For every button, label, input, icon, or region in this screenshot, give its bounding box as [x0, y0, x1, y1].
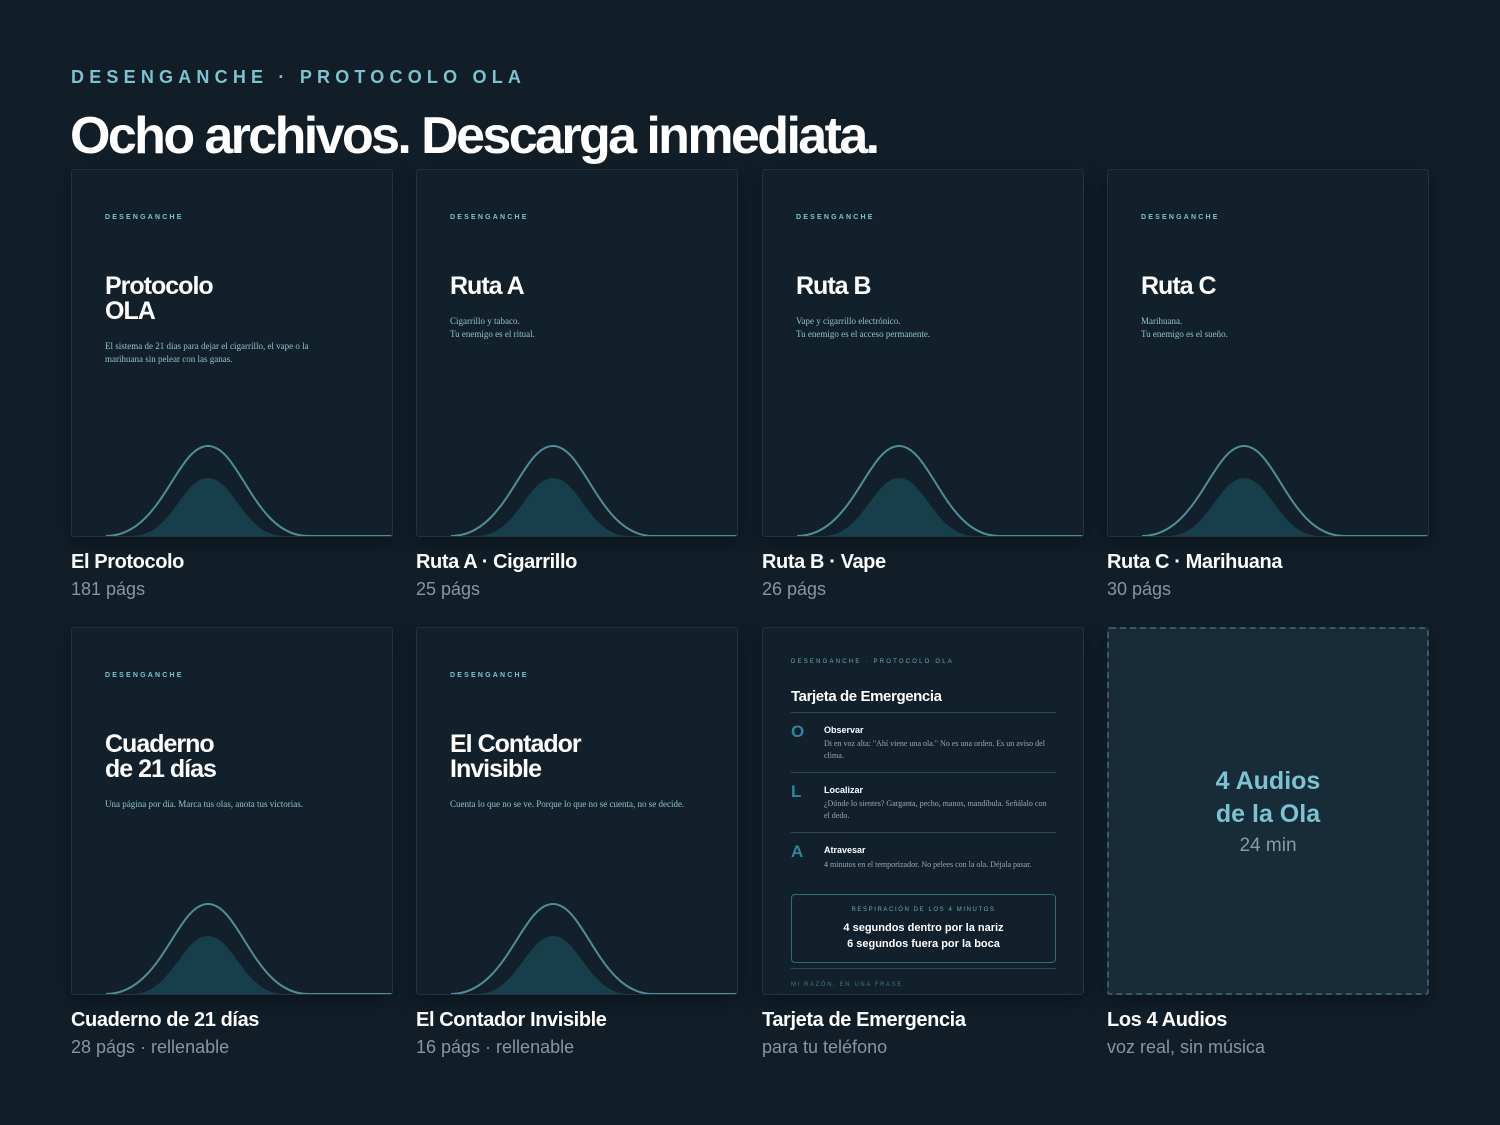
file-card-audios[interactable]: 4 Audios de la Ola 24 min Los 4 Audios v…	[1107, 627, 1429, 1058]
step-name: Atravesar	[824, 845, 866, 855]
cover-subtitle: Cuenta lo que no se ve. Porque lo que no…	[450, 799, 685, 809]
step-text: ¿Dónde lo sientes? Garganta, pecho, mano…	[824, 799, 1047, 820]
cover-title: Cuaderno de 21 días	[105, 730, 217, 783]
file-meta: 30 págs	[1107, 579, 1172, 599]
cover-tarjeta-emergencia[interactable]: DESENGANCHE · PROTOCOLO OLA Tarjeta de E…	[762, 627, 1084, 995]
file-title: Ruta B · Vape	[762, 551, 886, 573]
wave-illustration	[1141, 444, 1428, 536]
file-card-ruta-b[interactable]: DESENGANCHE Ruta B Vape y cigarrillo ele…	[762, 169, 1084, 600]
breathing-out: 6 segundos fuera por la boca	[847, 938, 1000, 950]
cover-subtitle: Marihuana. Tu enemigo es el sueño.	[1141, 316, 1228, 339]
wave-illustration	[105, 902, 392, 994]
cover-subtitle: Vape y cigarrillo electrónico. Tu enemig…	[796, 316, 931, 339]
breathing-in: 4 segundos dentro por la nariz	[843, 922, 1004, 934]
cover-title: Protocolo OLA	[105, 272, 214, 325]
cover-subtitle: Una página por día. Marca tus olas, anot…	[105, 799, 303, 809]
cover-ruta-b[interactable]: DESENGANCHE Ruta B Vape y cigarrillo ele…	[762, 169, 1084, 537]
cover-audios[interactable]: 4 Audios de la Ola 24 min	[1107, 627, 1429, 995]
cover-title: Ruta A	[450, 272, 525, 300]
file-title: Ruta A · Cigarrillo	[416, 551, 577, 573]
divider	[791, 832, 1056, 833]
cover-ruta-a[interactable]: DESENGANCHE Ruta A Cigarrillo y tabaco. …	[416, 169, 738, 537]
file-meta: 25 págs	[416, 579, 481, 599]
cover-brand: DESENGANCHE	[450, 672, 529, 679]
file-meta: para tu teléfono	[762, 1037, 888, 1057]
cover-subtitle: Cigarrillo y tabaco. Tu enemigo es el ri…	[450, 316, 535, 339]
step-text: 4 minutos en el temporizador. No pelees …	[824, 860, 1032, 869]
page-title: Ocho archivos. Descarga inmediata.	[70, 107, 880, 165]
file-title: Cuaderno de 21 días	[71, 1009, 260, 1031]
file-card-tarjeta[interactable]: DESENGANCHE · PROTOCOLO OLA Tarjeta de E…	[762, 627, 1084, 1058]
file-meta: voz real, sin música	[1107, 1037, 1266, 1057]
breathing-box: RESPIRACIÓN DE LOS 4 MINUTOS 4 segundos …	[791, 894, 1056, 963]
file-meta: 181 págs	[71, 579, 146, 599]
cover-contador[interactable]: DESENGANCHE El Contador Invisible Cuenta…	[416, 627, 738, 995]
file-card-cuaderno[interactable]: DESENGANCHE Cuaderno de 21 días Una pági…	[71, 627, 393, 1058]
wave-illustration	[105, 444, 392, 536]
divider	[791, 772, 1056, 773]
cover-title: Ruta C	[1141, 272, 1217, 300]
divider	[791, 712, 1056, 713]
file-card-ruta-c[interactable]: DESENGANCHE Ruta C Marihuana. Tu enemigo…	[1107, 169, 1429, 600]
step-name: Localizar	[824, 785, 864, 795]
file-title: El Protocolo	[71, 551, 184, 573]
file-title: El Contador Invisible	[416, 1009, 607, 1031]
cover-cuaderno[interactable]: DESENGANCHE Cuaderno de 21 días Una pági…	[71, 627, 393, 995]
breathing-label: RESPIRACIÓN DE LOS 4 MINUTOS	[851, 907, 996, 913]
wave-illustration	[796, 444, 1083, 536]
audio-duration: 24 min	[1239, 835, 1297, 856]
cover-protocolo[interactable]: DESENGANCHE Protocolo OLA El sistema de …	[71, 169, 393, 537]
card-footer: MI RAZÓN, EN UNA FRASE	[791, 982, 903, 988]
divider	[791, 968, 1056, 969]
file-meta: 16 págs · rellenable	[416, 1037, 575, 1057]
cover-ruta-c[interactable]: DESENGANCHE Ruta C Marihuana. Tu enemigo…	[1107, 169, 1429, 537]
file-title: Los 4 Audios	[1107, 1009, 1228, 1031]
card-kicker: DESENGANCHE · PROTOCOLO OLA	[791, 659, 954, 665]
eyebrow: DESENGANCHE · PROTOCOLO OLA	[71, 67, 527, 87]
file-meta: 28 págs · rellenable	[71, 1037, 230, 1057]
cover-brand: DESENGANCHE	[105, 214, 184, 221]
cover-brand: DESENGANCHE	[105, 672, 184, 679]
step-name: Observar	[824, 725, 864, 735]
file-meta: 26 págs	[762, 579, 827, 599]
cover-title: El Contador Invisible	[450, 730, 582, 783]
card-title: Tarjeta de Emergencia	[791, 688, 942, 705]
files-grid: DESENGANCHE Protocolo OLA El sistema de …	[71, 169, 1429, 1069]
file-title: Tarjeta de Emergencia	[762, 1009, 966, 1031]
cover-subtitle: El sistema de 21 días para dejar el ciga…	[105, 341, 309, 364]
audio-title: 4 Audios de la Ola	[1215, 767, 1321, 828]
wave-illustration	[450, 902, 737, 994]
wave-illustration	[450, 444, 737, 536]
step-letter: O	[791, 722, 805, 741]
file-card-contador[interactable]: DESENGANCHE El Contador Invisible Cuenta…	[416, 627, 738, 1058]
step-letter: L	[791, 782, 802, 801]
cover-brand: DESENGANCHE	[1141, 214, 1220, 221]
cover-brand: DESENGANCHE	[450, 214, 529, 221]
file-card-ruta-a[interactable]: DESENGANCHE Ruta A Cigarrillo y tabaco. …	[416, 169, 738, 600]
file-title: Ruta C · Marihuana	[1107, 551, 1283, 573]
file-card-protocolo[interactable]: DESENGANCHE Protocolo OLA El sistema de …	[71, 169, 393, 600]
step-letter: A	[791, 842, 804, 861]
step-text: Di en voz alta: "Ahí viene una ola." No …	[824, 739, 1045, 760]
cover-brand: DESENGANCHE	[796, 214, 875, 221]
cover-title: Ruta B	[796, 272, 872, 300]
